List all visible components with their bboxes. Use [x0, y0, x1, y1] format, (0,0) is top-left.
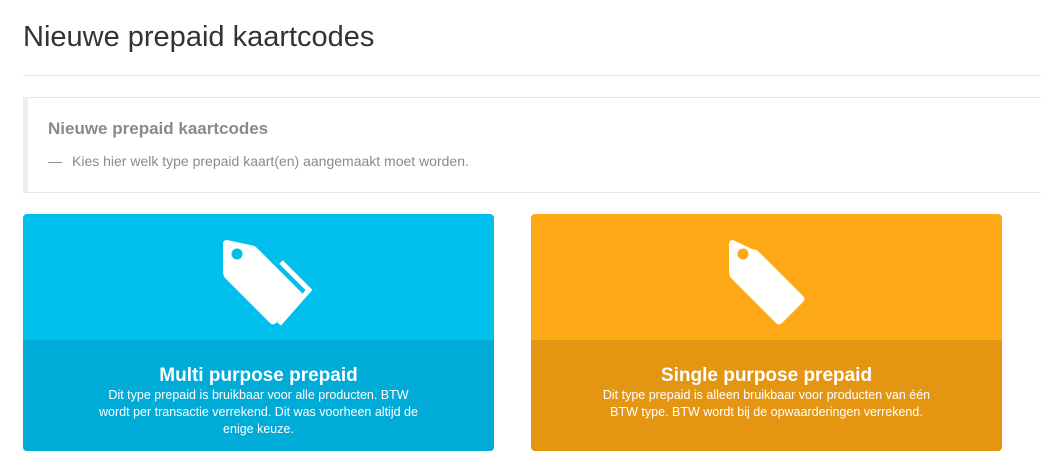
title-divider — [23, 75, 1041, 76]
card-icon-area — [531, 214, 1002, 340]
callout-text: Kies hier welk type prepaid kaart(en) aa… — [72, 153, 469, 169]
tags-icon — [223, 240, 313, 326]
card-description: Dit type prepaid is alleen bruikbaar voo… — [602, 388, 931, 419]
info-callout: Nieuwe prepaid kaartcodes — Kies hier wel… — [23, 97, 1041, 193]
card-text-area: Single purpose prepaid Dit type prepaid … — [531, 340, 1002, 451]
card-title: Multi purpose prepaid — [159, 365, 358, 386]
tag-icon — [729, 240, 805, 325]
page-title: Nieuwe prepaid kaartcodes — [23, 21, 375, 53]
card-icon-area — [23, 214, 494, 340]
page: Nieuwe prepaid kaartcodes Nieuwe prepaid… — [0, 0, 1041, 470]
single-purpose-prepaid-card[interactable]: Single purpose prepaid Dit type prepaid … — [531, 214, 1002, 451]
callout-dash: — — [48, 153, 62, 169]
callout-text-row: — Kies hier welk type prepaid kaart(en) a… — [48, 152, 469, 170]
card-title: Single purpose prepaid — [660, 365, 873, 386]
card-text-area: Multi purpose prepaid Dit type prepaid i… — [23, 340, 494, 451]
card-description: Dit type prepaid is bruikbaar voor alle … — [99, 388, 418, 436]
multi-purpose-prepaid-card[interactable]: Multi purpose prepaid Dit type prepaid i… — [23, 214, 494, 451]
callout-title: Nieuwe prepaid kaartcodes — [48, 119, 269, 138]
